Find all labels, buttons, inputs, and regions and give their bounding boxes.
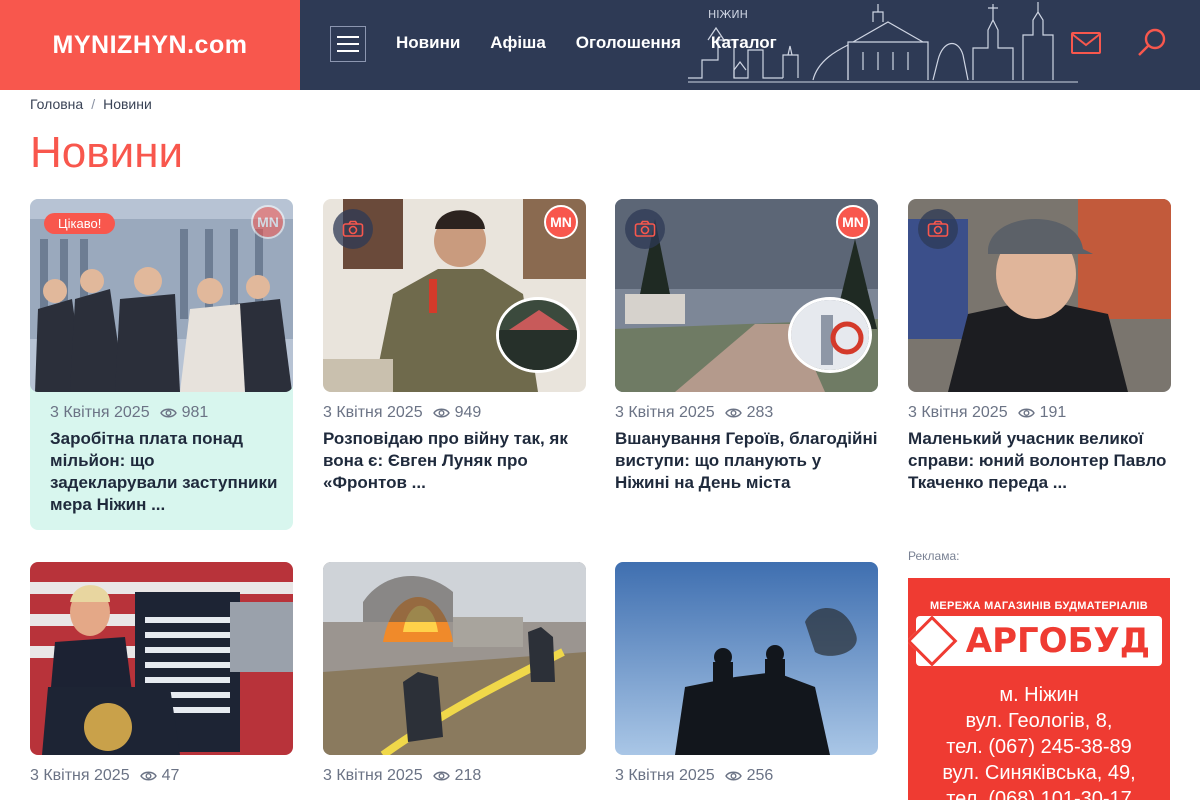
news-date: 3 Квітня 2025: [615, 767, 715, 784]
nav-links: Новини Афіша Оголошення Каталог: [396, 33, 777, 53]
eye-icon: [1017, 408, 1035, 418]
menu-burger-button[interactable]: [330, 26, 366, 62]
news-card[interactable]: Цікаво! MN 3 Квітня 2025 981 Заробітна п…: [30, 199, 293, 530]
site-logo[interactable]: MYNIZHYN.com: [0, 0, 300, 90]
views-count: 191: [1039, 404, 1067, 421]
ad-line: тел. (067) 245-38-89: [946, 736, 1132, 758]
burger-line: [337, 43, 359, 45]
news-meta: 3 Квітня 2025 283: [615, 404, 878, 422]
breadcrumb-separator: /: [91, 96, 96, 112]
views-counter: 191: [1017, 404, 1067, 422]
eye-icon: [432, 771, 450, 781]
photo-gallery-badge: [333, 209, 373, 249]
photo-gallery-badge: [625, 209, 665, 249]
news-meta: 3 Квітня 2025 218: [323, 767, 586, 785]
mail-icon[interactable]: [1070, 30, 1102, 56]
views-count: 949: [454, 404, 482, 421]
news-date: 3 Квітня 2025: [323, 404, 423, 421]
news-thumbnail[interactable]: MN: [615, 199, 878, 392]
ad-label: Реклама:: [908, 549, 960, 563]
news-thumbnail[interactable]: [908, 199, 1171, 392]
eye-icon: [432, 408, 450, 418]
views-count: 218: [454, 767, 482, 784]
breadcrumb: Головна / Новини: [30, 96, 152, 112]
views-count: 283: [746, 404, 774, 421]
main-navbar: НІЖИН Новини Афіша Оголошення Каталог: [300, 0, 1200, 90]
views-count: 256: [746, 767, 774, 784]
news-meta: 3 Квітня 2025 191: [908, 404, 1171, 422]
news-title[interactable]: Розповідаю про війну так, як вона є: Євг…: [323, 428, 586, 494]
burger-line: [337, 50, 359, 52]
site-header: MYNIZHYN.com НІЖИН Новини Афіша Оголошен…: [0, 0, 1200, 90]
news-meta: 3 Квітня 2025 47: [30, 767, 293, 785]
inset-thumbnail: [788, 297, 872, 373]
views-count: 981: [181, 404, 209, 421]
eye-icon: [139, 771, 157, 781]
nav-catalog[interactable]: Каталог: [711, 33, 777, 53]
news-image: [615, 562, 878, 755]
ad-contact-lines: м. Ніжин вул. Геологів, 8, тел. (067) 24…: [908, 682, 1170, 800]
mn-badge-icon: MN: [251, 205, 285, 239]
mn-badge-icon: MN: [544, 205, 578, 239]
news-meta: 3 Квітня 2025 256: [615, 767, 878, 785]
nav-ads[interactable]: Оголошення: [576, 33, 681, 53]
news-card[interactable]: 3 Квітня 2025 47: [30, 562, 293, 791]
news-card[interactable]: 3 Квітня 2025 191 Маленький учасник вели…: [908, 199, 1171, 494]
ad-line: вул. Синяківська, 49,: [942, 762, 1136, 784]
search-icon[interactable]: [1136, 27, 1168, 59]
news-thumbnail[interactable]: [323, 562, 586, 755]
ad-top-line: МЕРЕЖА МАГАЗИНІВ БУДМАТЕРІАЛІВ: [929, 600, 1149, 612]
ad-banner[interactable]: МЕРЕЖА МАГАЗИНІВ БУДМАТЕРІАЛІВ АРГОБУД м…: [908, 578, 1170, 800]
camera-icon: [927, 220, 949, 237]
nav-news[interactable]: Новини: [396, 33, 460, 53]
news-date: 3 Квітня 2025: [30, 767, 130, 784]
news-image: [323, 562, 586, 755]
news-title[interactable]: Заробітна плата понад мільйон: що задекл…: [30, 428, 293, 516]
nav-events[interactable]: Афіша: [490, 33, 546, 53]
views-counter: 47: [139, 767, 180, 785]
news-card[interactable]: MN 3 Квітня 2025 949 Розповідаю про війн…: [323, 199, 586, 494]
news-date: 3 Квітня 2025: [908, 404, 1008, 421]
news-date: 3 Квітня 2025: [323, 767, 423, 784]
eye-icon: [724, 771, 742, 781]
interesting-tag: Цікаво!: [44, 213, 116, 234]
skyline-text: НІЖИН: [708, 8, 748, 21]
views-count: 47: [161, 767, 180, 784]
news-thumbnail[interactable]: MN: [323, 199, 586, 392]
news-title[interactable]: Маленький учасник великої справи: юний в…: [908, 428, 1171, 494]
views-counter: 981: [159, 404, 209, 422]
photo-gallery-badge: [918, 209, 958, 249]
news-card[interactable]: 3 Квітня 2025 218: [323, 562, 586, 791]
ad-line: м. Ніжин: [999, 684, 1079, 706]
views-counter: 283: [724, 404, 774, 422]
news-meta: 3 Квітня 2025 949: [323, 404, 586, 422]
breadcrumb-current[interactable]: Новини: [103, 96, 152, 112]
eye-icon: [159, 408, 177, 418]
news-thumbnail[interactable]: Цікаво! MN: [30, 199, 293, 392]
news-thumbnail[interactable]: [615, 562, 878, 755]
breadcrumb-home[interactable]: Головна: [30, 96, 83, 112]
eye-icon: [724, 408, 742, 418]
news-meta: 3 Квітня 2025 981: [30, 404, 293, 422]
ad-line: вул. Геологів, 8,: [965, 710, 1113, 732]
burger-line: [337, 36, 359, 38]
news-image: [30, 562, 293, 755]
inset-thumbnail: [496, 297, 580, 373]
mn-badge-icon: MN: [836, 205, 870, 239]
news-date: 3 Квітня 2025: [615, 404, 715, 421]
page-title: Новини: [30, 128, 184, 177]
news-title[interactable]: Вшанування Героїв, благодійні виступи: щ…: [615, 428, 878, 494]
news-card[interactable]: MN 3 Квітня 2025 283 Вшанування Героїв, …: [615, 199, 878, 494]
news-date: 3 Квітня 2025: [50, 404, 150, 421]
views-counter: 949: [432, 404, 482, 422]
views-counter: 256: [724, 767, 774, 785]
news-thumbnail[interactable]: [30, 562, 293, 755]
camera-icon: [634, 220, 656, 237]
news-card[interactable]: 3 Квітня 2025 256: [615, 562, 878, 791]
camera-icon: [342, 220, 364, 237]
ad-line: тел. (068) 101-30-17: [946, 788, 1132, 800]
views-counter: 218: [432, 767, 482, 785]
